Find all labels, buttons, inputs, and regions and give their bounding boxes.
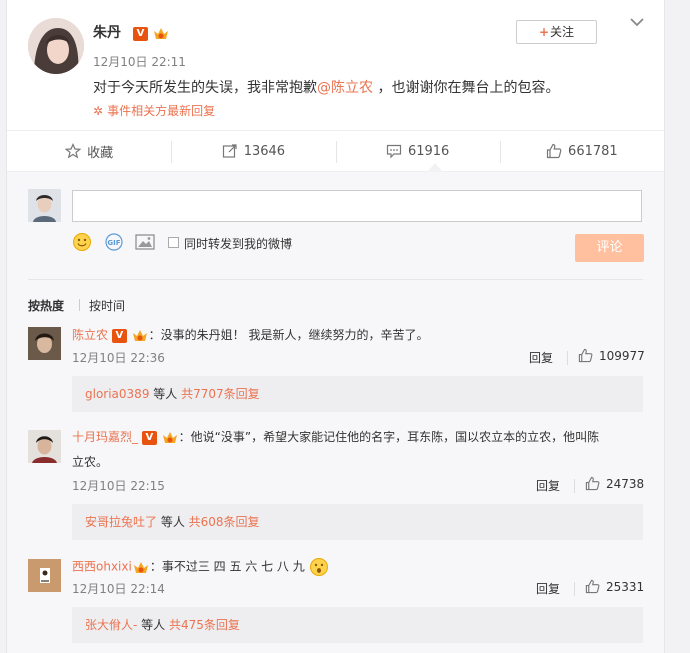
gif-icon[interactable]: GIF bbox=[104, 233, 124, 251]
reply-button[interactable]: 回复 bbox=[536, 580, 560, 597]
thumbs-up-icon bbox=[578, 348, 593, 363]
repost-checkbox-label[interactable]: 同时转发到我的微博 bbox=[184, 235, 292, 252]
surprised-emoji-icon bbox=[309, 558, 328, 576]
reply-button[interactable]: 回复 bbox=[529, 349, 553, 366]
separator bbox=[567, 351, 568, 365]
like-button[interactable]: 661781 bbox=[499, 131, 664, 171]
sub-reply-mid: 等人 bbox=[157, 515, 189, 529]
event-link-label: 事件相关方最新回复 bbox=[107, 104, 216, 118]
like-count: 661781 bbox=[568, 143, 618, 159]
flower-icon: ✲ bbox=[93, 104, 104, 118]
thumbs-up-icon bbox=[546, 143, 562, 159]
svg-text:GIF: GIF bbox=[107, 239, 120, 247]
comment-text: 陈立农 V ：没事的朱丹姐！ 我是新人，继续努力的，辛苦了。 bbox=[72, 326, 429, 343]
repost-count: 13646 bbox=[243, 143, 286, 159]
comment-icon bbox=[386, 144, 402, 159]
author-name[interactable]: 朱丹 bbox=[93, 22, 121, 42]
submit-comment-button[interactable]: 评论 bbox=[575, 234, 644, 262]
emoji-icon[interactable] bbox=[72, 232, 92, 252]
repost-checkbox[interactable] bbox=[168, 237, 179, 248]
separator bbox=[574, 479, 575, 493]
repost-icon bbox=[222, 144, 237, 158]
star-icon bbox=[65, 143, 82, 159]
sub-replies-summary[interactable]: 安哥拉兔吐了 等人 共608条回复 bbox=[72, 504, 643, 540]
image-icon[interactable] bbox=[135, 234, 155, 250]
sort-separator bbox=[79, 299, 80, 311]
sub-reply-count[interactable]: 共608条回复 bbox=[189, 515, 260, 529]
sub-reply-mid: 等人 bbox=[137, 618, 169, 632]
post-text-after: ，也谢谢你在舞台上的包容。 bbox=[373, 80, 560, 96]
crown-badge-icon bbox=[162, 432, 177, 443]
comment-section: GIF 同时转发到我的微博 评论 按热度 按时间 陈立农 V ：没事的朱丹姐！ … bbox=[7, 172, 664, 653]
commenter-name[interactable]: 西西ohxixi bbox=[72, 560, 132, 574]
event-related-link[interactable]: ✲ 事件相关方最新回复 bbox=[93, 102, 215, 119]
commenter-name[interactable]: 陈立农 bbox=[72, 328, 108, 342]
post-text-before: 对于今天所发生的失误，我非常抱歉 bbox=[93, 80, 317, 96]
sort-by-hot-tab[interactable]: 按热度 bbox=[28, 297, 64, 314]
comment-like-count: 24738 bbox=[606, 476, 645, 491]
comment-pointer bbox=[427, 163, 443, 172]
sub-reply-user[interactable]: 张大佾人- bbox=[85, 618, 137, 632]
sub-reply-mid: 等人 bbox=[149, 387, 182, 401]
weibo-post-card: 朱丹 V 12月10日 22:11 对于今天所发生的失误，我非常抱歉@陈立农 ，… bbox=[6, 0, 665, 653]
mention-link[interactable]: @陈立农 bbox=[317, 80, 373, 96]
comment-button[interactable]: 61916 bbox=[335, 131, 500, 171]
post-content: 对于今天所发生的失误，我非常抱歉@陈立农 ，也谢谢你在舞台上的包容。 bbox=[93, 77, 559, 97]
chevron-down-icon[interactable] bbox=[629, 16, 645, 28]
author-badges: V bbox=[133, 26, 170, 41]
comment-timestamp: 12月10日 22:36 bbox=[72, 351, 165, 365]
comment-body: ：他说“没事”，希望大家能记住他的名字，耳东陈，国以农立本的立农，他叫陈 bbox=[178, 430, 600, 444]
author-avatar[interactable] bbox=[28, 18, 84, 74]
my-avatar bbox=[28, 189, 61, 222]
comment-text: 西西ohxixi ：事不过三 四 五 六 七 八 九 bbox=[72, 557, 329, 577]
follow-label: 关注 bbox=[550, 25, 575, 39]
sort-by-time-tab[interactable]: 按时间 bbox=[89, 297, 125, 314]
v-badge-icon: V bbox=[111, 328, 127, 343]
comment-count: 61916 bbox=[407, 143, 450, 159]
commenter-avatar[interactable] bbox=[28, 327, 61, 360]
sub-reply-count[interactable]: 共475条回复 bbox=[169, 618, 240, 632]
sub-reply-user[interactable]: gloria0389 bbox=[85, 387, 149, 401]
divider bbox=[28, 279, 643, 280]
post-timestamp[interactable]: 12月10日 22:11 bbox=[93, 53, 186, 70]
commenter-avatar[interactable] bbox=[28, 559, 61, 592]
sub-reply-count[interactable]: 共7707条回复 bbox=[181, 387, 260, 401]
repost-button[interactable]: 13646 bbox=[171, 131, 335, 171]
reply-button[interactable]: 回复 bbox=[536, 477, 560, 494]
comment-like-button[interactable]: 109977 bbox=[578, 348, 645, 363]
plus-icon: + bbox=[538, 25, 550, 39]
v-badge-icon: V bbox=[133, 26, 148, 41]
comment-text: 十月玛嘉烈_ V ：他说“没事”，希望大家能记住他的名字，耳东陈，国以农立本的立… bbox=[72, 428, 599, 445]
thumbs-up-icon bbox=[585, 579, 600, 594]
sub-replies-summary[interactable]: gloria0389 等人 共7707条回复 bbox=[72, 376, 643, 412]
comment-input[interactable] bbox=[72, 190, 642, 222]
comment-timestamp: 12月10日 22:14 bbox=[72, 582, 165, 596]
crown-badge-icon bbox=[154, 28, 169, 39]
action-bar: 收藏 13646 61916 661781 bbox=[7, 130, 664, 172]
commenter-avatar[interactable] bbox=[28, 430, 61, 463]
comment-like-count: 109977 bbox=[599, 348, 645, 363]
crown-badge-icon bbox=[133, 561, 148, 573]
thumbs-up-icon bbox=[585, 476, 600, 491]
favorite-label: 收藏 bbox=[87, 145, 114, 161]
sub-reply-user[interactable]: 安哥拉兔吐了 bbox=[85, 515, 157, 529]
commenter-name[interactable]: 十月玛嘉烈_ bbox=[72, 430, 138, 444]
comment-body-line2: 立农。 bbox=[72, 455, 109, 469]
comment-timestamp: 12月10日 22:15 bbox=[72, 479, 165, 493]
comment-like-count: 25331 bbox=[606, 579, 645, 594]
comment-like-button[interactable]: 25331 bbox=[585, 579, 644, 594]
comment-body: ：没事的朱丹姐！ 我是新人，继续努力的，辛苦了。 bbox=[148, 328, 429, 342]
comment-body: ：事不过三 四 五 六 七 八 九 bbox=[149, 559, 305, 574]
crown-badge-icon bbox=[132, 330, 147, 341]
follow-button[interactable]: +关注 bbox=[516, 20, 597, 44]
sub-replies-summary[interactable]: 张大佾人- 等人 共475条回复 bbox=[72, 607, 643, 643]
v-badge-icon: V bbox=[141, 430, 157, 445]
separator bbox=[574, 582, 575, 596]
comment-like-button[interactable]: 24738 bbox=[585, 476, 644, 491]
favorite-button[interactable]: 收藏 bbox=[7, 131, 171, 171]
